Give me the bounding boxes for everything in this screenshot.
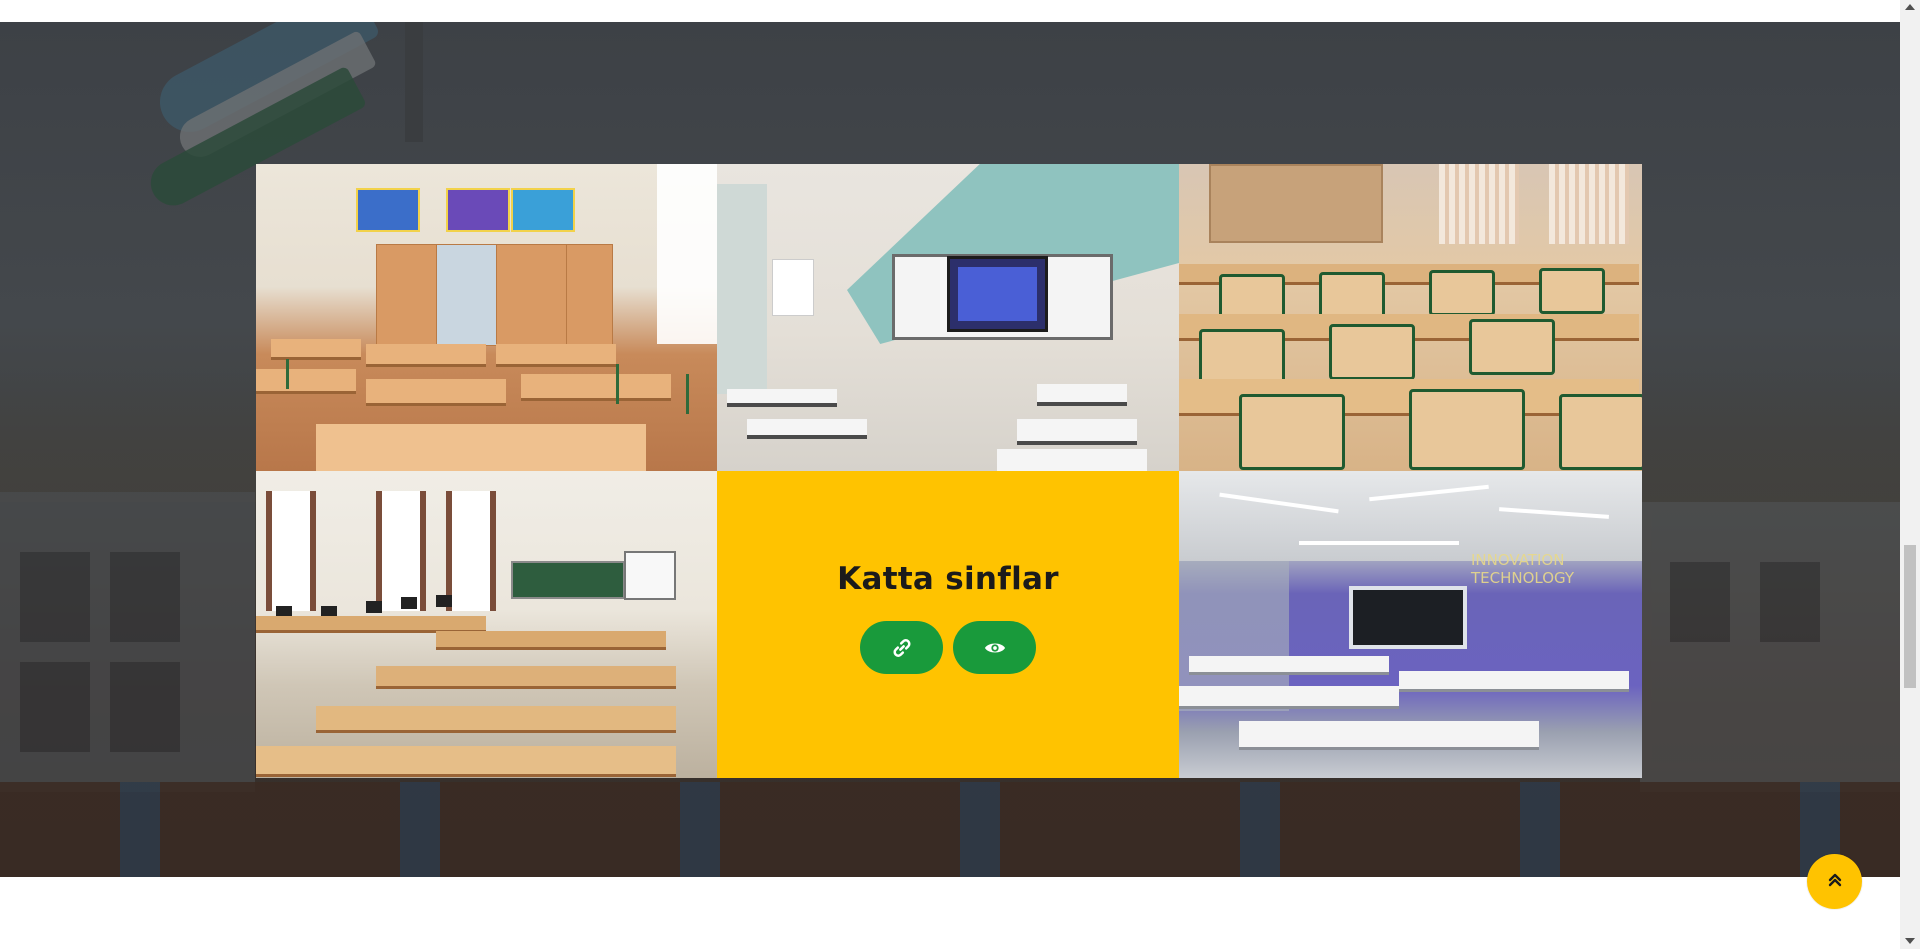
scroll-down-arrow-icon[interactable] [1905,938,1915,944]
classroom-image [1179,164,1642,471]
back-to-top-button[interactable] [1807,854,1862,909]
gallery-grid: Katta sinflar INNOVATION TECHNOLOGY [256,164,1642,778]
background-stadium-seats [0,782,1900,877]
classroom-photo-3[interactable] [1179,164,1642,471]
classroom-photo-6[interactable]: INNOVATION TECHNOLOGY [1179,471,1642,778]
background-building [0,492,255,792]
scroll-up-arrow-icon[interactable] [1905,4,1915,10]
classroom-photo-4[interactable] [256,471,717,778]
eye-icon [984,640,1006,656]
view-button[interactable] [953,621,1036,674]
double-chevron-up-icon [1828,872,1842,891]
classroom-photo-1[interactable] [256,164,717,471]
classroom-image [256,164,717,471]
background-flagpole [405,22,423,142]
link-button[interactable] [860,621,943,674]
page: Katta sinflar INNOVATION TECHNOLOGY [0,0,1900,949]
scrollbar-thumb[interactable] [1904,545,1916,688]
classroom-image: INNOVATION TECHNOLOGY [1179,471,1642,778]
classroom-photo-2[interactable] [717,164,1179,471]
classroom-image [256,471,717,778]
gallery-hover-panel: Katta sinflar [717,471,1179,778]
gallery-section: Katta sinflar INNOVATION TECHNOLOGY [0,22,1900,877]
panel-actions [860,621,1036,674]
background-building [1640,502,1900,792]
panel-title: Katta sinflar [837,561,1059,597]
vertical-scrollbar[interactable] [1900,0,1920,949]
link-icon [892,638,912,658]
classroom-image [717,164,1179,471]
photo-wall-text: INNOVATION TECHNOLOGY [1471,551,1575,587]
